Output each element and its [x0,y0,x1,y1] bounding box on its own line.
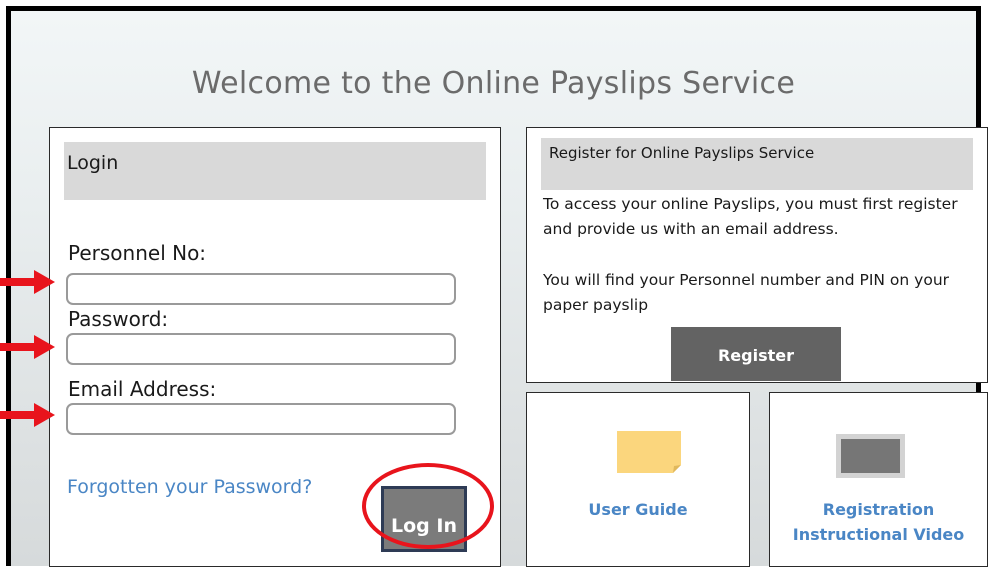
register-pin-note: You will find your Personnel number and … [543,271,950,314]
login-heading: Login [64,142,486,200]
personnel-no-label: Personnel No: [68,241,207,265]
register-heading: Register for Online Payslips Service [541,138,973,190]
page-frame: Welcome to the Online Payslips Service L… [6,6,988,567]
registration-video-tile[interactable]: Registration Instructional Video [769,392,988,567]
user-guide-tile[interactable]: User Guide [526,392,750,567]
log-in-button[interactable]: Log In [381,486,467,552]
registration-video-link-line-1[interactable]: Registration [770,497,987,522]
user-guide-link[interactable]: User Guide [527,497,749,522]
login-panel: Login Personnel No: Password: Email Addr… [49,127,501,567]
personnel-no-input[interactable] [66,273,456,305]
register-button[interactable]: Register [671,327,841,381]
password-input[interactable] [66,333,456,365]
register-instructions: To access your online Payslips, you must… [543,195,958,238]
register-panel: Register for Online Payslips Service To … [526,127,988,383]
email-address-input[interactable] [66,403,456,435]
video-screen-icon [836,434,905,478]
password-label: Password: [68,307,169,331]
registration-video-link-line-2[interactable]: Instructional Video [770,522,987,547]
video-screen [841,439,900,473]
sticky-note-icon [617,431,681,473]
forgot-password-link[interactable]: Forgotten your Password? [67,476,312,498]
page-title: Welcome to the Online Payslips Service [191,66,796,101]
email-address-label: Email Address: [68,377,217,401]
